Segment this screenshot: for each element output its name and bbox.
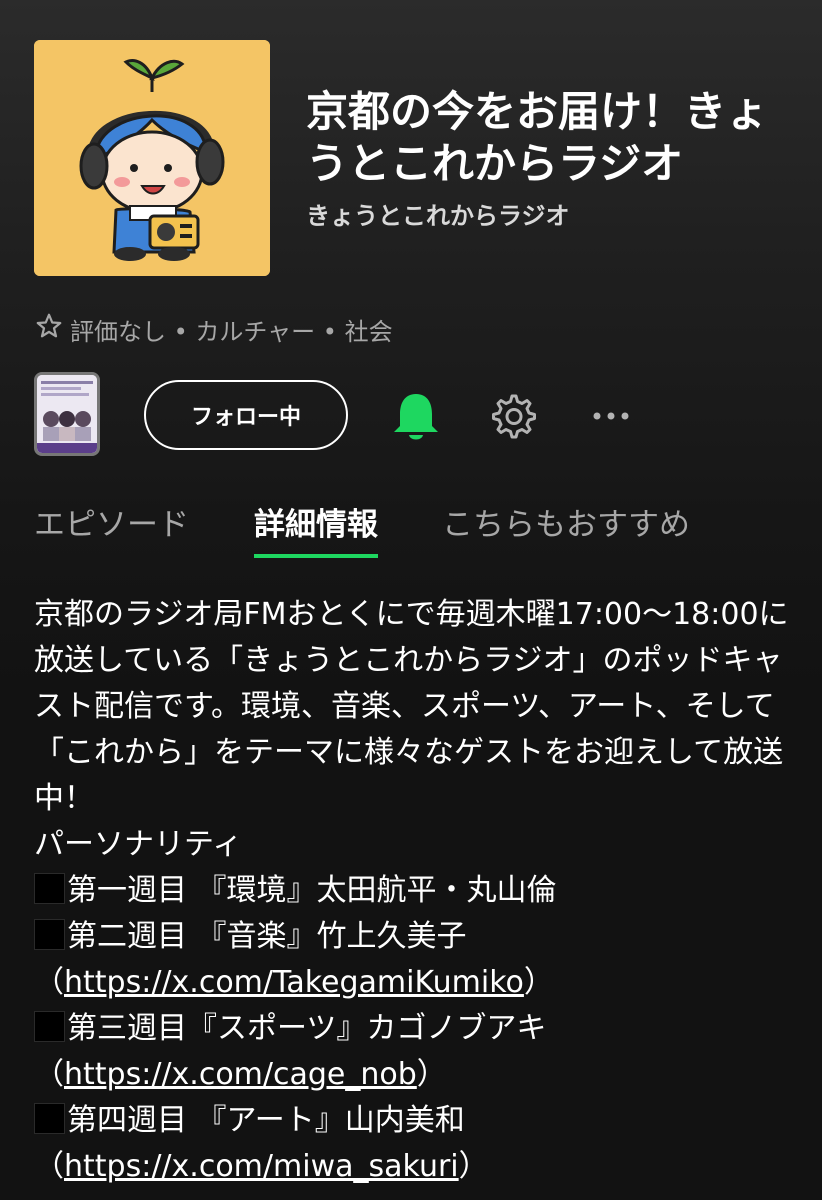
podcast-cover-art xyxy=(34,40,270,276)
tab-bar: エピソード 詳細情報 こちらもおすすめ xyxy=(34,500,794,562)
podcast-publisher[interactable]: きょうとこれからラジオ xyxy=(306,196,570,231)
week-2-line: 第二週目 『音楽』竹上久美子（https://x.com/TakegamiKum… xyxy=(34,914,794,1006)
bell-icon[interactable] xyxy=(390,388,442,444)
description-intro: 京都のラジオ局FMおとくにで毎週木曜17:00〜18:00に放送している「きょう… xyxy=(34,597,789,816)
star-outline-icon[interactable] xyxy=(34,311,64,347)
week-3-line: 第三週目『スポーツ』カゴノブアキ（https://x.com/cage_nob） xyxy=(34,1006,794,1098)
personality-heading: パーソナリティ xyxy=(34,827,243,862)
action-bar: フォロー中 xyxy=(34,372,794,458)
tab-recommendations[interactable]: こちらもおすすめ xyxy=(442,500,690,558)
gear-icon[interactable] xyxy=(486,390,538,442)
tab-details-label: 詳細情報 xyxy=(254,507,378,543)
week-1-text: 第一週目 『環境』太田航平・丸山倫 xyxy=(67,873,557,908)
tab-details[interactable]: 詳細情報 xyxy=(254,500,378,558)
more-dots-icon[interactable] xyxy=(590,396,632,436)
follow-button[interactable]: フォロー中 xyxy=(144,380,348,450)
active-tab-indicator xyxy=(254,554,378,558)
week-3-link[interactable]: https://x.com/cage_nob xyxy=(64,1057,417,1092)
black-square-icon xyxy=(34,1103,65,1134)
podcast-description: 京都のラジオ局FMおとくにで毎週木曜17:00〜18:00に放送している「きょう… xyxy=(34,592,794,1190)
week-4-suffix: ） xyxy=(458,1149,489,1184)
black-square-icon xyxy=(34,919,65,950)
podcast-title: 京都の今をお届け！きょうとこれからラジオ xyxy=(306,87,769,188)
week-2-link[interactable]: https://x.com/TakegamiKumiko xyxy=(64,965,524,1000)
week-1-line: 第一週目 『環境』太田航平・丸山倫 xyxy=(34,868,794,914)
mascot-illustration xyxy=(34,40,270,276)
black-square-icon xyxy=(34,873,65,904)
podcast-header: 京都の今をお届け！きょうとこれからラジオ きょうとこれからラジオ xyxy=(0,0,822,300)
black-square-icon xyxy=(34,1011,65,1042)
week-2-suffix: ） xyxy=(523,965,554,1000)
week-4-link[interactable]: https://x.com/miwa_sakuri xyxy=(64,1149,459,1184)
tab-episodes[interactable]: エピソード xyxy=(34,500,189,558)
week-3-suffix: ） xyxy=(416,1057,447,1092)
mini-cover-thumbnail[interactable] xyxy=(34,372,100,456)
podcast-meta-text: 評価なし • カルチャー • 社会 xyxy=(70,317,393,346)
week-4-line: 第四週目 『アート』山内美和（https://x.com/miwa_sakuri… xyxy=(34,1098,794,1190)
podcast-meta-row: 評価なし • カルチャー • 社会 xyxy=(34,312,393,346)
